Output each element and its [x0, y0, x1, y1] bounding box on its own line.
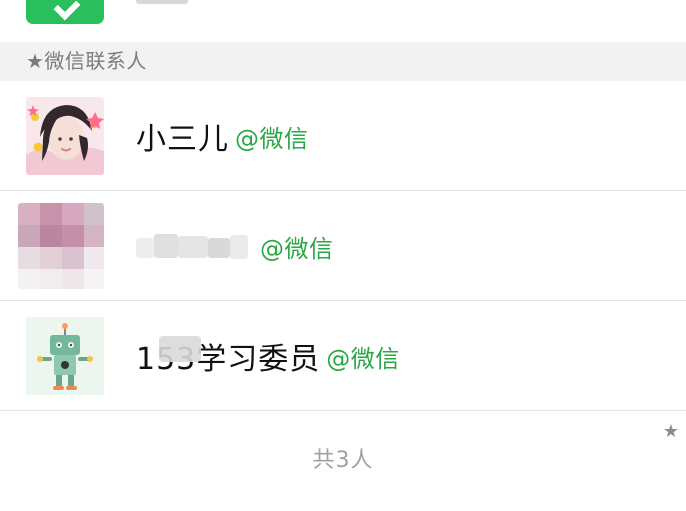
contact-name-wrap: 小三儿 @微信 [136, 81, 309, 191]
wechat-tag: @微信 [260, 234, 334, 263]
partial-top-row [0, 0, 686, 42]
contact-row[interactable]: 小三儿 @微信 [0, 81, 686, 191]
privacy-mask [159, 336, 201, 362]
wechat-tag: @微信 [326, 344, 400, 373]
contact-count-text: 共3人 [312, 448, 374, 473]
check-icon [26, 0, 104, 24]
robot-avatar-icon [26, 317, 104, 395]
partial-top-label [136, 0, 188, 4]
wechat-tag: @微信 [235, 124, 309, 153]
contact-row[interactable]: @微信 [0, 191, 686, 301]
contact-name: 小三儿 [136, 122, 229, 157]
blurred-contact-name [136, 228, 254, 264]
contact-name-wrap: @微信 [136, 191, 334, 301]
contact-name-wrap: 153学习委员 @微信 [136, 301, 400, 411]
girl-avatar-icon [26, 97, 104, 175]
contact-row[interactable]: 153学习委员 @微信 [0, 301, 686, 411]
contact-count-footer: 共3人 ★ [0, 411, 686, 485]
masked-contact-name: 153学习委员 [136, 334, 320, 378]
star-icon: ★ [662, 421, 680, 442]
blurred-avatar-icon [18, 203, 104, 289]
section-header: ★微信联系人 [0, 42, 686, 81]
